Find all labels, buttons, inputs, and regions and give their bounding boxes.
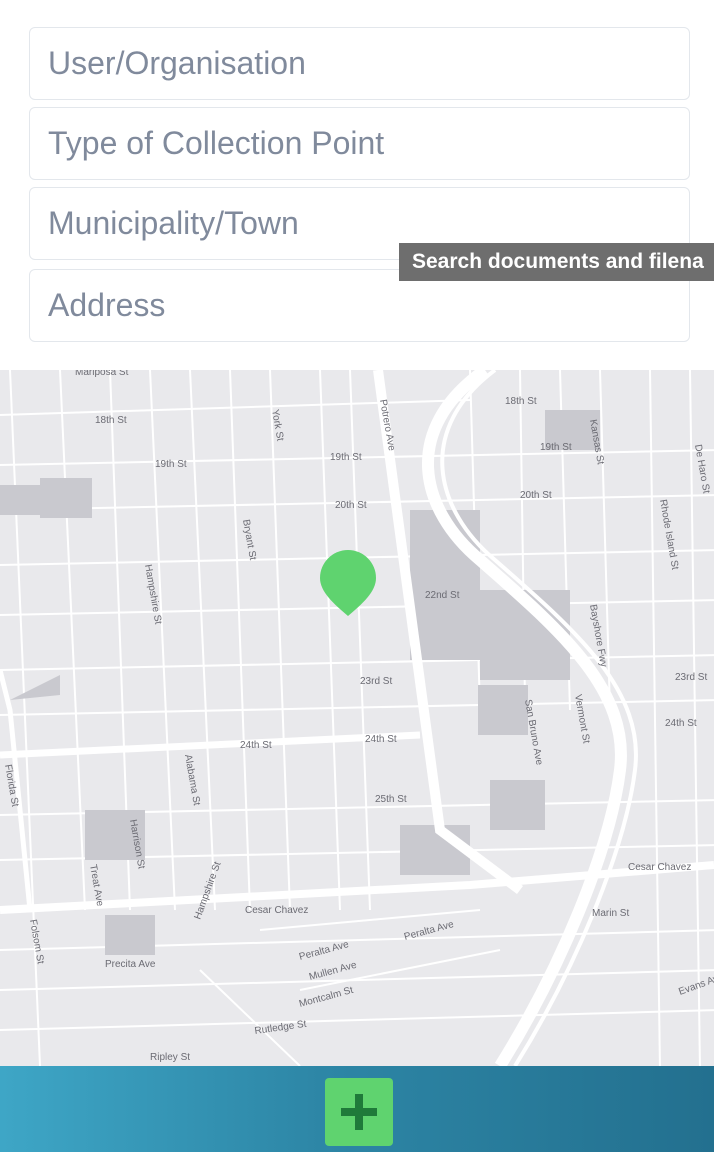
street-label: Peralta Ave bbox=[298, 939, 350, 963]
street-label: 18th St bbox=[95, 415, 127, 426]
street-label: Rhode Island St bbox=[657, 499, 680, 571]
street-label: 23rd St bbox=[360, 676, 392, 687]
collection-point-form bbox=[0, 0, 714, 370]
street-label: 24th St bbox=[665, 718, 697, 729]
map-canvas[interactable]: Mariposa St 18th St 18th St 19th St 19th St 1… bbox=[0, 370, 714, 1066]
street-label: 20th St bbox=[335, 500, 367, 511]
street-label: 24th St bbox=[240, 740, 272, 751]
street-label: Potrero Ave bbox=[377, 399, 397, 453]
street-label: 19th St bbox=[330, 452, 362, 463]
street-label: Bryant St bbox=[240, 519, 258, 562]
street-label: Treat Ave bbox=[87, 864, 105, 908]
street-label: Alabama St bbox=[182, 754, 202, 807]
map-view[interactable]: Mariposa St 18th St 18th St 19th St 19th St 1… bbox=[0, 370, 714, 1066]
street-label: 23rd St bbox=[675, 672, 707, 683]
street-label: Folsom St bbox=[27, 919, 46, 965]
street-label: Hampshire St bbox=[192, 860, 223, 921]
bottom-toolbar bbox=[0, 1066, 714, 1152]
street-label: Cesar Chavez bbox=[628, 862, 691, 873]
plus-icon bbox=[341, 1094, 377, 1130]
street-label: 18th St bbox=[505, 396, 537, 407]
street-label: Ripley St bbox=[150, 1052, 190, 1063]
street-label: 20th St bbox=[520, 490, 552, 501]
street-label: 19th St bbox=[540, 442, 572, 453]
add-button[interactable] bbox=[325, 1078, 393, 1146]
street-labels: Mariposa St 18th St 18th St 19th St 19th St 1… bbox=[2, 370, 714, 1063]
street-label: Vermont St bbox=[572, 694, 591, 745]
app-screen: Search documents and filena bbox=[0, 0, 714, 1152]
collection-point-type-input[interactable] bbox=[29, 107, 690, 180]
street-label: Evans Ave bbox=[677, 971, 714, 998]
street-label: Mariposa St bbox=[75, 370, 129, 378]
street-label: 19th St bbox=[155, 459, 187, 470]
street-label: Precita Ave bbox=[105, 959, 156, 970]
street-label: 25th St bbox=[375, 794, 407, 805]
street-label: Marin St bbox=[592, 908, 629, 919]
user-organisation-input[interactable] bbox=[29, 27, 690, 100]
street-label: Cesar Chavez bbox=[245, 905, 308, 916]
street-label: 24th St bbox=[365, 734, 397, 745]
search-tooltip: Search documents and filena bbox=[399, 243, 714, 281]
street-label: Rutledge St bbox=[254, 1019, 307, 1037]
street-label: Peralta Ave bbox=[403, 919, 455, 943]
street-label: 22nd St bbox=[425, 590, 460, 601]
